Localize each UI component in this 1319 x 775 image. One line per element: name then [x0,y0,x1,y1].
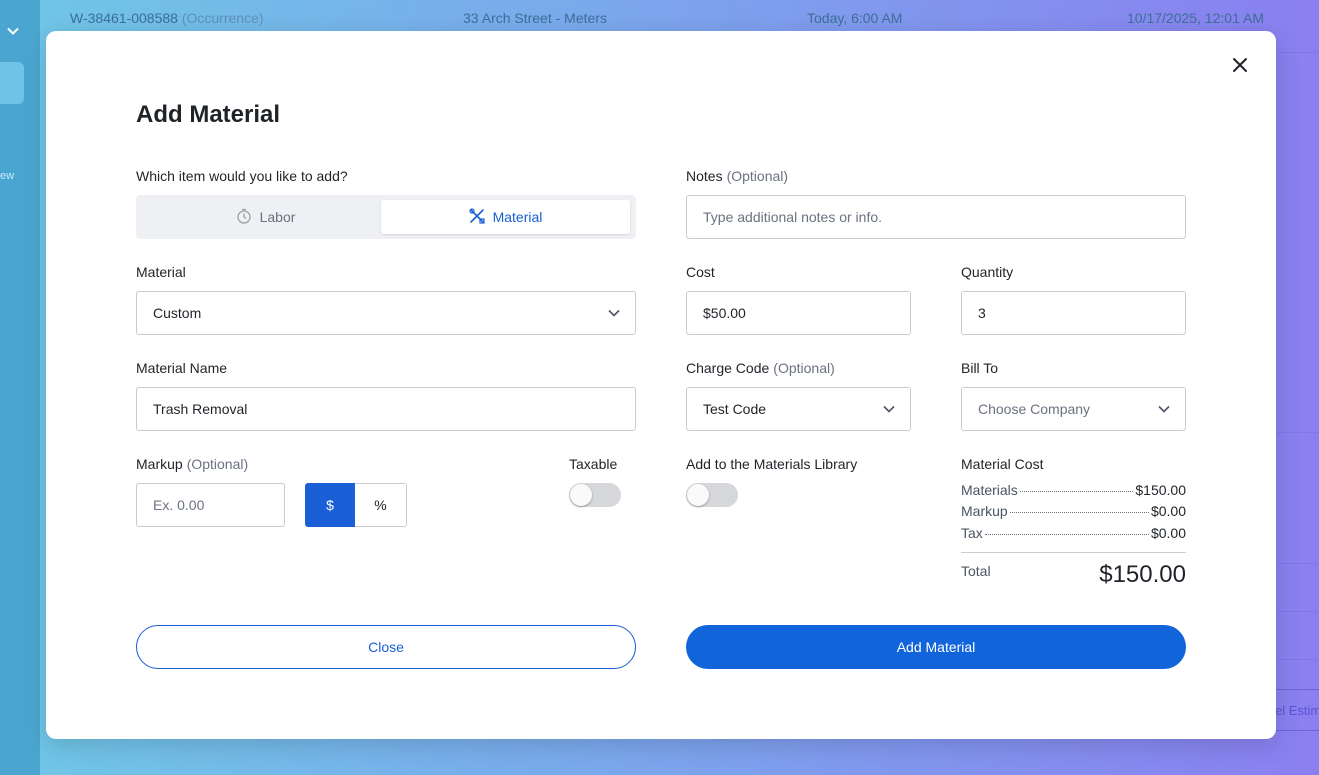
modal-title: Add Material [136,101,281,128]
labor-option[interactable]: Labor [141,200,390,234]
bg-location: 33 Arch Street - Meters [463,10,607,26]
labor-option-label: Labor [259,209,296,225]
bg-due-date: Today, 6:00 AM [807,10,903,26]
bill-to-label: Bill To [961,360,999,376]
charge-code-select[interactable]: Test Code [686,387,911,431]
notes-label: Notes (Optional) [686,168,789,184]
material-cost-label: Material Cost [961,456,1044,472]
material-option-label: Material [492,209,543,225]
close-icon[interactable] [1228,53,1252,77]
material-name-input[interactable]: Trash Removal [136,387,636,431]
divider [1276,659,1319,660]
library-label: Add to the Materials Library [686,456,858,472]
divider [961,552,1186,553]
cost-input[interactable]: $50.00 [686,291,911,335]
cost-label: Cost [686,264,715,280]
close-button[interactable]: Close [136,625,636,669]
material-select[interactable]: Custom [136,291,636,335]
material-option[interactable]: Material [381,200,630,234]
divider [1276,52,1319,53]
sidebar-active-item [0,62,24,104]
quantity-label: Quantity [961,264,1014,280]
sidebar-partial-text: ew [0,170,15,182]
add-material-button[interactable]: Add Material [686,625,1186,669]
charge-code-label: Charge Code (Optional) [686,360,835,376]
quantity-input[interactable]: 3 [961,291,1186,335]
bg-work-order-id: W-38461-008588 (Occurrence) [70,10,264,26]
total-value: $150.00 [1099,561,1186,588]
material-label: Material [136,264,186,280]
toggle-knob [570,484,592,506]
chevron-down-icon [882,402,896,416]
cost-row-tax: Tax $0.00 [961,525,1186,541]
notes-input[interactable]: Type additional notes or info. [686,195,1186,239]
markup-input[interactable]: Ex. 0.00 [136,483,285,527]
taxable-toggle[interactable] [569,483,621,507]
bill-to-select[interactable]: Choose Company [961,387,1186,431]
bg-created-date: 10/17/2025, 12:01 AM [1127,10,1264,26]
divider [1276,611,1319,612]
markup-percent-button[interactable]: % [355,483,407,527]
stopwatch-icon [236,208,252,227]
taxable-label: Taxable [569,456,618,472]
item-type-selector: Labor Material [136,195,636,239]
item-type-question: Which item would you like to add? [136,168,348,184]
chevron-down-icon [607,306,621,320]
chevron-down-icon [1157,402,1171,416]
library-toggle[interactable] [686,483,738,507]
divider [1276,563,1319,564]
add-material-modal: Add Material Which item would you like t… [46,31,1276,739]
chevron-down-icon [6,24,20,43]
background-sidebar: ew [0,0,40,775]
toggle-knob [687,484,709,506]
divider [1276,432,1319,433]
cost-row-markup: Markup $0.00 [961,503,1186,519]
markup-dollar-button[interactable]: $ [305,483,355,527]
tools-icon [468,207,485,227]
total-label: Total [961,563,991,579]
material-name-label: Material Name [136,360,228,376]
markup-label: Markup (Optional) [136,456,249,472]
cost-row-materials: Materials $150.00 [961,482,1186,498]
